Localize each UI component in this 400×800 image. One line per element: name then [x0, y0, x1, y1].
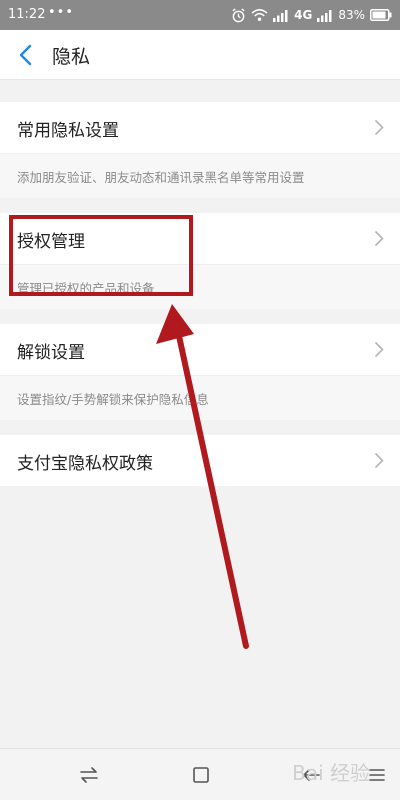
annotation-arrow	[156, 304, 249, 649]
chevron-right-icon	[374, 230, 384, 247]
status-dots: •••	[48, 5, 75, 20]
battery-percent: 83%	[338, 8, 365, 22]
chevron-right-icon	[374, 452, 384, 469]
row-label: 常用隐私设置	[17, 121, 119, 141]
description-text: 添加朋友验证、朋友动态和通讯录黑名单等常用设置	[17, 170, 305, 185]
chevron-left-icon[interactable]	[16, 44, 36, 66]
network-type: 4G	[294, 8, 313, 22]
watermark: Bai 经验	[292, 761, 370, 785]
nav-bar: 隐私	[0, 30, 400, 80]
status-right: 4G 83%	[231, 6, 392, 24]
signal-icon-2	[317, 9, 332, 22]
settings-group-common: 常用隐私设置 添加朋友验证、朋友动态和通讯录黑名单等常用设置	[0, 102, 400, 198]
system-nav-bar: Bai 经验	[0, 748, 400, 800]
signal-icon	[273, 9, 288, 22]
chevron-right-icon	[374, 341, 384, 358]
alarm-icon	[232, 7, 245, 22]
wifi-icon	[251, 9, 268, 21]
swap-arrows-icon[interactable]	[78, 764, 100, 786]
row-label: 支付宝隐私权政策	[17, 454, 153, 474]
chevron-right-icon	[374, 119, 384, 136]
status-bar: 11:22 ••• 4G 83%	[0, 0, 400, 30]
row-label: 解锁设置	[17, 343, 85, 363]
settings-row-common-privacy[interactable]: 常用隐私设置	[0, 102, 400, 153]
row-description: 添加朋友验证、朋友动态和通讯录黑名单等常用设置	[0, 153, 400, 198]
battery-icon	[370, 9, 392, 21]
page-title: 隐私	[52, 46, 91, 68]
annotation-highlight-box	[9, 215, 193, 296]
status-time: 11:22	[8, 7, 46, 22]
square-icon[interactable]	[190, 764, 212, 786]
